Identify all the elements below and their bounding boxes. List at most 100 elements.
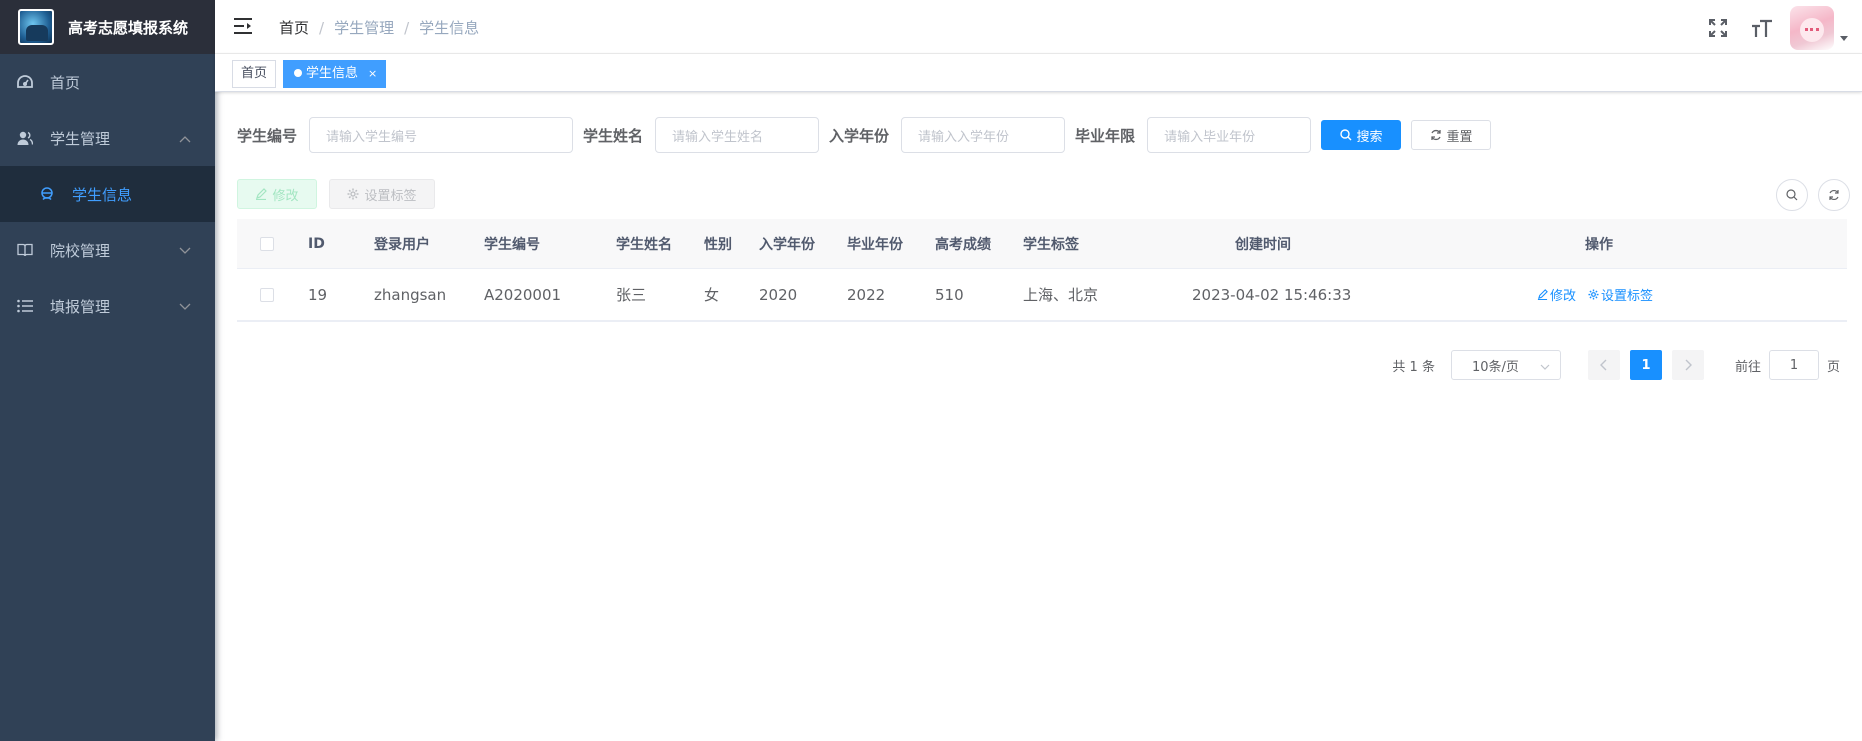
goto-suffix: 页 — [1826, 359, 1840, 375]
checkbox[interactable] — [260, 236, 274, 251]
graduate-year-label: 毕业年限 — [1075, 126, 1136, 145]
chevron-left-icon — [1599, 359, 1607, 371]
avatar[interactable] — [1790, 6, 1834, 50]
search-icon — [1786, 189, 1798, 201]
row-checkbox[interactable] — [260, 269, 274, 320]
student-code-label: 学生编号 — [237, 126, 298, 145]
student-name-input[interactable]: 请输入学生姓名 — [655, 117, 820, 153]
sidebar-item-student-info[interactable]: 学生信息 — [0, 166, 215, 222]
chevron-right-icon — [1685, 359, 1692, 371]
pagination-total: 共 1 条 — [1392, 359, 1435, 375]
breadcrumb: 首页 / 学生管理 / 学生信息 — [279, 17, 479, 38]
breadcrumb-separator: / — [319, 18, 325, 37]
tag-home[interactable]: 首页 — [232, 60, 277, 88]
goto-page-input[interactable]: 1 — [1768, 350, 1819, 380]
button-label: 重置 — [1446, 129, 1473, 145]
student-name-label: 学生姓名 — [583, 126, 644, 145]
column-header: 入学年份 — [759, 236, 815, 253]
chevron-up-icon — [179, 129, 191, 147]
gear-icon — [1588, 289, 1599, 300]
cell-code: A2020001 — [484, 285, 562, 304]
refresh-button[interactable] — [1818, 179, 1850, 211]
placeholder: 请输入学生姓名 — [672, 129, 764, 145]
placeholder: 请输入学生编号 — [326, 129, 418, 145]
list-icon — [16, 297, 34, 315]
button-label: 设置标签 — [364, 188, 417, 204]
cell-tags: 上海、北京 — [1023, 286, 1099, 304]
book-icon — [16, 241, 34, 259]
right-menu — [1696, 6, 1848, 50]
toggle-search-button[interactable] — [1776, 179, 1808, 211]
column-header: 学生编号 — [484, 236, 540, 253]
caret-down-icon[interactable] — [1840, 35, 1848, 41]
table-toolbar: 修改 设置标签 — [237, 179, 1850, 211]
hamburger-icon[interactable] — [233, 17, 253, 39]
row-set-tags-link[interactable]: 设置标签 — [1588, 285, 1653, 304]
tag-label: 学生信息 — [306, 66, 359, 81]
tags-view: 首页 学生信息 × — [215, 54, 1862, 92]
sidebar-item-label: 填报管理 — [50, 297, 111, 316]
tag-student-info[interactable]: 学生信息 × — [283, 60, 387, 88]
sidebar-item-application-management[interactable]: 填报管理 — [0, 278, 215, 334]
peoples-icon — [38, 185, 56, 203]
dashboard-icon — [16, 73, 34, 91]
column-header: ID — [308, 235, 325, 252]
cell-enroll-year: 2020 — [759, 285, 798, 304]
enroll-year-label: 入学年份 — [829, 126, 890, 145]
checkbox[interactable] — [260, 287, 274, 302]
next-page-button[interactable] — [1671, 350, 1704, 380]
button-label: 搜索 — [1356, 129, 1383, 145]
select-all-checkbox[interactable] — [260, 219, 274, 268]
enroll-year-input[interactable]: 请输入入学年份 — [901, 117, 1066, 153]
reset-button[interactable]: 重置 — [1411, 120, 1492, 150]
placeholder: 请输入入学年份 — [918, 129, 1010, 145]
logo-image — [18, 9, 54, 45]
sidebar-logo[interactable]: 高考志愿填报系统 — [0, 0, 215, 54]
chevron-down-icon — [179, 241, 191, 259]
gear-icon — [347, 188, 359, 200]
student-table: ID 登录用户 学生编号 学生姓名 性别 入学年份 毕业年份 高考成绩 学生标签… — [237, 219, 1847, 322]
column-header: 创建时间 — [1235, 236, 1291, 253]
student-code-input[interactable]: 请输入学生编号 — [309, 117, 574, 153]
sidebar-item-label: 学生管理 — [50, 129, 111, 148]
table-header-row: ID 登录用户 学生编号 学生姓名 性别 入学年份 毕业年份 高考成绩 学生标签… — [237, 219, 1847, 269]
prev-page-button[interactable] — [1587, 350, 1620, 380]
cell-score: 510 — [935, 285, 964, 304]
cell-actions: 修改 设置标签 — [1537, 269, 1665, 320]
search-button[interactable]: 搜索 — [1321, 120, 1402, 150]
edit-button[interactable]: 修改 — [237, 179, 317, 209]
set-tags-button[interactable]: 设置标签 — [329, 179, 435, 209]
goto-value: 1 — [1789, 357, 1799, 373]
sidebar-item-home[interactable]: 首页 — [0, 54, 215, 110]
column-header: 学生标签 — [1023, 236, 1079, 253]
column-header: 登录用户 — [374, 236, 430, 253]
breadcrumb-item-home[interactable]: 首页 — [279, 17, 309, 38]
sidebar-item-student-management[interactable]: 学生管理 — [0, 110, 215, 166]
sidebar-item-college-management[interactable]: 院校管理 — [0, 222, 215, 278]
breadcrumb-item-student-info: 学生信息 — [419, 19, 480, 37]
page-number-1[interactable]: 1 — [1629, 350, 1662, 380]
row-edit-link[interactable]: 修改 — [1537, 285, 1576, 304]
cell-user: zhangsan — [374, 285, 447, 304]
link-label: 修改 — [1550, 289, 1577, 304]
table-row[interactable]: 19 zhangsan A2020001 张三 女 2020 2022 510 … — [237, 269, 1847, 321]
cell-name: 张三 — [616, 286, 647, 304]
close-icon[interactable]: × — [368, 61, 377, 87]
column-header: 性别 — [704, 236, 732, 253]
placeholder: 请输入毕业年份 — [1164, 129, 1256, 145]
button-label: 修改 — [272, 188, 299, 204]
search-icon — [1339, 129, 1352, 141]
user-icon — [16, 129, 34, 147]
fullscreen-icon[interactable] — [1706, 16, 1730, 40]
font-size-icon[interactable] — [1750, 16, 1774, 40]
page-size-select[interactable]: 10条/页 — [1450, 350, 1561, 380]
goto-prefix: 前往 — [1734, 359, 1761, 375]
column-header: 毕业年份 — [847, 236, 903, 253]
column-header: 高考成绩 — [935, 236, 991, 253]
column-header: 操作 — [1585, 236, 1613, 253]
graduate-year-input[interactable]: 请输入毕业年份 — [1147, 117, 1312, 153]
link-label: 设置标签 — [1601, 289, 1654, 304]
page-size-value: 10条/页 — [1471, 359, 1519, 375]
sidebar-item-label: 首页 — [50, 73, 81, 92]
search-form: 学生编号 请输入学生编号 学生姓名 请输入学生姓名 入学年份 请输入入学年份 毕… — [237, 117, 1492, 153]
